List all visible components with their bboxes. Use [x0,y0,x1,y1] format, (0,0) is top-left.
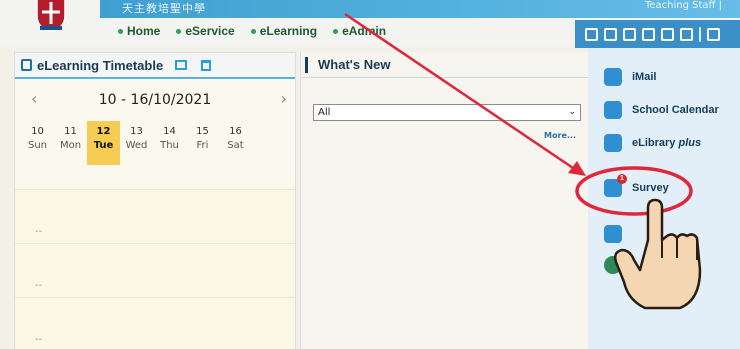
day-cell[interactable]: 16 Sat [219,121,252,165]
day-cell[interactable]: 14 Thu [153,121,186,165]
whats-new-header: What's New [301,52,588,78]
day-date: 11 [64,126,77,137]
ds-app-icon [604,256,622,274]
day-of-week: Fri [196,140,209,151]
timetable-icon [21,59,32,71]
calendar-icon[interactable] [201,59,212,71]
nav-eadmin[interactable]: eAdmin [329,24,386,38]
timetable-slot[interactable]: -- [15,189,295,243]
calendar-icon[interactable] [604,27,617,41]
timetable-slot[interactable]: -- [15,297,295,349]
nav-elearning[interactable]: eLearning [247,24,317,38]
user-name[interactable]: Teaching Staff | [645,0,722,11]
screen-icon[interactable] [175,60,188,70]
day-date: 15 [196,126,209,137]
calendar-icon [604,101,622,119]
chevron-down-icon: ⌄ [568,107,576,117]
week-range: 10 - 16/10/2021 [98,92,212,108]
school-name: 天主教培聖中學 [122,2,206,15]
nav-eservice[interactable]: eService [172,24,235,38]
bullet-icon [333,28,339,34]
day-cell[interactable]: 15 Fri [186,121,219,165]
shortcut-imail-label: iMail [632,71,657,83]
timetable-header: eLearning Timetable [15,53,295,79]
timetable-slots: -- -- -- [15,189,295,349]
shortcut-survey-label: Survey [632,182,669,194]
schedule-icon[interactable] [680,27,693,41]
day-of-week: Wed [125,140,148,151]
day-of-week: Sun [27,140,48,151]
timetable-title: eLearning Timetable [37,57,164,73]
whats-new-panel: What's New All ⌄ More... [300,52,588,349]
day-of-week: Mon [59,140,82,151]
slot-placeholder: -- [35,280,43,291]
day-cell[interactable]: 10 Sun [21,121,54,165]
mail-icon[interactable] [642,27,655,41]
week-navigator: ‹ 10 - 16/10/2021 › [15,79,295,121]
survey-icon: 1 [604,174,627,197]
elearning-timetable-panel: eLearning Timetable ‹ 10 - 16/10/2021 › … [14,52,296,349]
day-cell[interactable]: 11 Mon [54,121,87,165]
day-date: 12 [96,126,111,137]
day-cell-selected[interactable]: 12 Tue [87,121,120,165]
shortcut-elibrary[interactable]: eLibrary plus [604,134,701,152]
toolbar-divider [699,26,701,42]
app-icon [604,225,622,243]
slot-placeholder: -- [35,226,43,237]
day-of-week: Thu [160,140,179,151]
folder-icon[interactable] [623,27,636,41]
day-date: 14 [163,126,176,137]
shortcut-sidebar: iMail School Calendar eLibrary plus 1 Su… [588,48,740,349]
book-icon [604,134,622,152]
day-date: 13 [130,126,143,137]
next-week-arrow-icon[interactable]: › [281,89,287,108]
shortcut-unlabeled-1[interactable] [604,225,632,243]
whats-new-filter-select[interactable]: All ⌄ [313,104,581,121]
filter-selected-value: All [318,107,331,118]
task-icon[interactable] [585,27,598,41]
school-crest-logo[interactable] [34,0,68,32]
notification-badge: 1 [617,174,627,184]
mail-icon [604,68,622,86]
shortcut-elibrary-label: eLibrary plus [632,137,702,149]
title-strip: 天主教培聖中學 Teaching Staff | [100,0,740,18]
day-of-week: Sat [227,140,244,151]
day-of-week: Tue [93,140,114,151]
top-bar: 天主教培聖中學 Teaching Staff | Home eService e… [0,0,740,48]
more-link[interactable]: More... [544,131,576,140]
bullet-icon [118,28,123,34]
nav-home[interactable]: Home [100,24,160,38]
whats-new-title: What's New [318,57,391,72]
header-accent-bar [305,56,308,73]
nav-elearning-label: eLearning [259,24,318,38]
day-cell[interactable]: 13 Wed [120,121,153,165]
shortcut-school-calendar-label: School Calendar [632,104,719,116]
day-date: 16 [229,126,242,137]
shortcut-unlabeled-2[interactable] [604,256,632,274]
shortcut-school-calendar[interactable]: School Calendar [604,101,719,119]
bullet-icon [250,28,256,34]
quick-toolbar [575,20,740,48]
briefcase-icon[interactable] [661,27,674,41]
week-days: 10 Sun 11 Mon 12 Tue 13 Wed 14 Thu 15 Fri 16 Sa… [15,121,295,165]
timetable-slot[interactable]: -- [15,243,295,297]
day-date: 10 [31,126,44,137]
main-nav: Home eService eLearning eAdmin [100,24,398,38]
bullet-icon [176,28,182,34]
nav-eservice-label: eService [185,24,235,38]
nav-eadmin-label: eAdmin [342,24,387,38]
prev-week-arrow-icon[interactable]: ‹ [31,89,37,108]
shortcut-imail[interactable]: iMail [604,68,656,86]
slot-placeholder: -- [35,334,43,345]
nav-home-label: Home [127,24,161,38]
settings-icon[interactable] [707,27,720,41]
shortcut-survey[interactable]: 1 Survey [604,174,669,197]
